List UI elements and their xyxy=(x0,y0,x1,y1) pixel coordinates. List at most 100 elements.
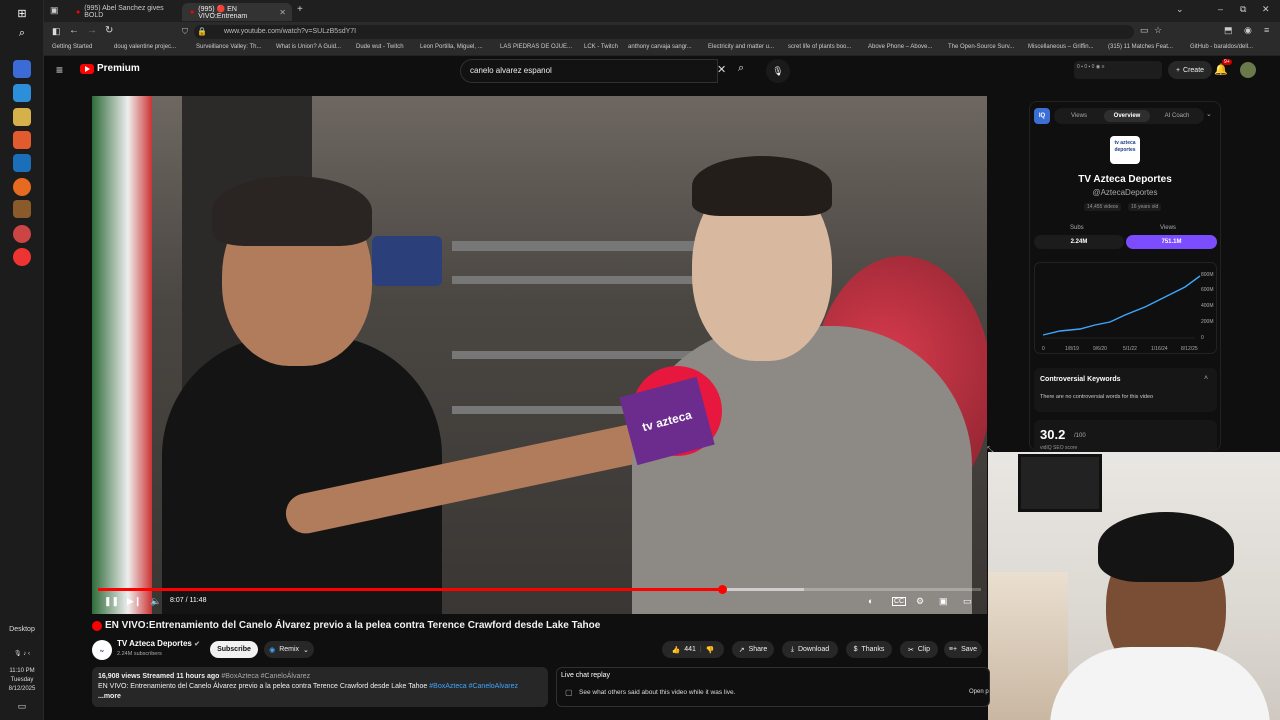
bookmark-item[interactable]: Leon Portilla, Miguel, ... xyxy=(420,44,483,50)
bookmark-item[interactable]: GitHub - baraldos/dell... xyxy=(1190,44,1253,50)
voice-search-icon[interactable]: 🎙 xyxy=(766,59,790,83)
back-icon[interactable]: ← xyxy=(69,25,79,36)
vidiq-tab-ai-coach[interactable]: AI Coach xyxy=(1154,110,1200,122)
vidiq-logo-icon[interactable]: IQ xyxy=(1034,108,1050,124)
bookmark-item[interactable]: The Open-Source Surv... xyxy=(948,44,1014,50)
firefox-icon[interactable] xyxy=(13,178,31,196)
bookmark-item[interactable]: Dude wut - Twitch xyxy=(356,44,404,50)
lock-icon[interactable]: 🔒 xyxy=(197,25,207,39)
avatar[interactable] xyxy=(1240,62,1256,78)
extension-icon[interactable]: ⬒ xyxy=(1224,25,1233,36)
hamburger-menu-icon[interactable]: ≡ xyxy=(56,63,63,77)
windows-start-icon[interactable]: ⊞ xyxy=(13,4,31,22)
close-window-icon[interactable]: ✕ xyxy=(1262,4,1270,15)
everlast-box xyxy=(372,236,442,286)
subscribe-button[interactable]: Subscribe xyxy=(210,641,258,658)
theater-mode-icon[interactable]: ▭ xyxy=(963,596,972,607)
bookmark-item[interactable]: Miscellaneous – Griffin... xyxy=(1028,44,1094,50)
profile-icon[interactable]: ◉ xyxy=(1244,25,1252,36)
brave-icon[interactable] xyxy=(13,131,31,149)
settings-gear-icon[interactable]: ⚙ xyxy=(916,596,924,607)
description-box[interactable]: 16,908 views Streamed 11 hours ago #BoxA… xyxy=(92,667,548,707)
app-icon-4[interactable] xyxy=(13,225,31,243)
channel-avatar[interactable]: tv xyxy=(92,640,112,660)
forward-icon[interactable]: → xyxy=(87,25,97,36)
description-tags[interactable]: #BoxAzteca #CaneloÁlvarez xyxy=(221,673,310,680)
bookmark-star-icon[interactable]: ☆ xyxy=(1154,25,1162,36)
thanks-button[interactable]: $ Thanks xyxy=(846,641,892,658)
desktop-label[interactable]: Desktop xyxy=(0,626,44,633)
sidebar-toggle-icon[interactable]: ◧ xyxy=(52,26,61,37)
bookmark-item[interactable]: Getting Started xyxy=(52,44,92,50)
bookmark-item[interactable]: anthony carvaja sangr... xyxy=(628,44,692,50)
bookmark-item[interactable]: doug valentine projec... xyxy=(114,44,176,50)
bookmark-item[interactable]: Surveillance Valley: Th... xyxy=(196,44,261,50)
clip-button[interactable]: ✂ Clip xyxy=(900,641,938,658)
thumbs-up-icon[interactable]: 👍 xyxy=(672,646,681,654)
thumbs-down-icon[interactable]: 👎 xyxy=(706,646,715,654)
search-icon[interactable]: ⌕ xyxy=(13,24,31,42)
channel-name[interactable]: TV Azteca Deportes ✔ xyxy=(117,639,200,648)
bookmark-item[interactable]: scret life of plants boo... xyxy=(788,44,851,50)
chevron-down-icon[interactable]: ⌄ xyxy=(1206,110,1212,118)
volume-icon[interactable]: 🔈 xyxy=(150,596,161,607)
next-icon[interactable]: ▶❙ xyxy=(127,596,141,607)
description-hashtags[interactable]: #BoxAzteca #CaneloAlvarez xyxy=(429,683,518,690)
bookmark-item[interactable]: Electricity and matter u... xyxy=(708,44,774,50)
address-input[interactable]: ⛉ 🔒 www.youtube.com/watch?v=SULzB5sdY7I xyxy=(182,25,1134,39)
bookmark-item[interactable]: Above Phone – Above... xyxy=(868,44,932,50)
remix-button[interactable]: ◉ Remix ⌄ xyxy=(264,641,314,658)
search-input[interactable]: canelo alvarez espanol xyxy=(460,59,718,83)
tab-list-icon[interactable]: ⌄ xyxy=(1176,4,1184,15)
download-button[interactable]: ⤓ Download xyxy=(782,641,838,658)
subtitles-icon[interactable]: CC xyxy=(892,597,907,606)
webcam-resize-icon[interactable]: ⤡ xyxy=(987,445,993,455)
vidiq-toolbar[interactable]: 0 ▪ 0 ▪ 0 ◉ ≡ xyxy=(1074,61,1162,79)
show-more-link[interactable]: ...more xyxy=(98,692,542,702)
tab-overview-icon[interactable]: ▣ xyxy=(50,5,59,16)
app-icon-3[interactable] xyxy=(13,200,31,218)
save-button[interactable]: ≡+ Save xyxy=(944,641,982,658)
tab-1[interactable]: ● (995) Abel Sanchez gives BOLD xyxy=(68,3,178,21)
close-tab-icon[interactable]: ✕ xyxy=(279,8,286,17)
cast-icon[interactable]: ▭ xyxy=(1140,25,1149,36)
notification-icon[interactable]: ▭ xyxy=(0,702,44,711)
bookmark-item[interactable]: LAS PIEDRAS DE OJUE... xyxy=(500,44,572,50)
like-dislike-group[interactable]: 👍 441 | 👎 xyxy=(662,641,724,658)
share-button[interactable]: ↗ Share xyxy=(732,641,774,658)
menu-icon[interactable]: ≡ xyxy=(1264,25,1269,35)
create-button[interactable]: + Create xyxy=(1168,61,1212,79)
search-icon[interactable]: ⌕ xyxy=(738,62,744,75)
progress-bar[interactable] xyxy=(98,585,981,594)
steam-icon[interactable] xyxy=(13,154,31,172)
reload-icon[interactable]: ↻ xyxy=(105,25,113,36)
restore-icon[interactable]: ⧉ xyxy=(1240,4,1246,15)
subs-value[interactable]: 2.24M xyxy=(1034,235,1124,249)
minimize-icon[interactable]: – xyxy=(1218,4,1223,14)
views-value[interactable]: 751.1M xyxy=(1126,235,1217,249)
clock-time[interactable]: 11:10 PM xyxy=(0,667,44,675)
controversial-keywords-card[interactable]: Controversial Keywords ˄ There are no co… xyxy=(1034,368,1217,412)
tray-icons[interactable]: 🎙 ♪ ‹ xyxy=(0,650,44,658)
seo-score-card[interactable]: 30.2 /100 vidIQ SEO score xyxy=(1034,420,1217,452)
app-icon-2[interactable] xyxy=(13,84,31,102)
folder-icon[interactable] xyxy=(13,108,31,126)
video-player[interactable]: tv azteca ❚❚ ▶❙ 🔈 8:07 / 11:48 ◐ CC ⚙ ▣ … xyxy=(92,96,987,614)
vidiq-tab-overview[interactable]: Overview xyxy=(1104,110,1150,122)
pause-icon[interactable]: ❚❚ xyxy=(104,596,119,607)
app-icon-5[interactable] xyxy=(13,248,31,266)
bookmark-item[interactable]: LCK - Twitch xyxy=(584,44,618,50)
autoplay-toggle-icon[interactable]: ◐ xyxy=(868,596,873,606)
vidiq-tab-views[interactable]: Views xyxy=(1058,110,1100,122)
new-tab-icon[interactable]: + xyxy=(297,4,303,15)
shield-icon[interactable]: ⛉ xyxy=(182,25,188,39)
chevron-up-icon[interactable]: ˄ xyxy=(1204,375,1208,382)
youtube-logo[interactable]: Premium xyxy=(80,63,140,74)
miniplayer-icon[interactable]: ▣ xyxy=(939,596,948,607)
tab-2[interactable]: ● (995) 🔴 EN VIVO:Entrenam ✕ xyxy=(182,3,292,21)
bookmark-item[interactable]: What is Union? A Guid... xyxy=(276,44,341,50)
bookmark-item[interactable]: (315) 11 Matches Feat... xyxy=(1108,44,1173,50)
clear-search-icon[interactable]: ✕ xyxy=(717,63,726,76)
app-icon-1[interactable] xyxy=(13,60,31,78)
open-panel-button[interactable]: Open p xyxy=(969,689,989,695)
